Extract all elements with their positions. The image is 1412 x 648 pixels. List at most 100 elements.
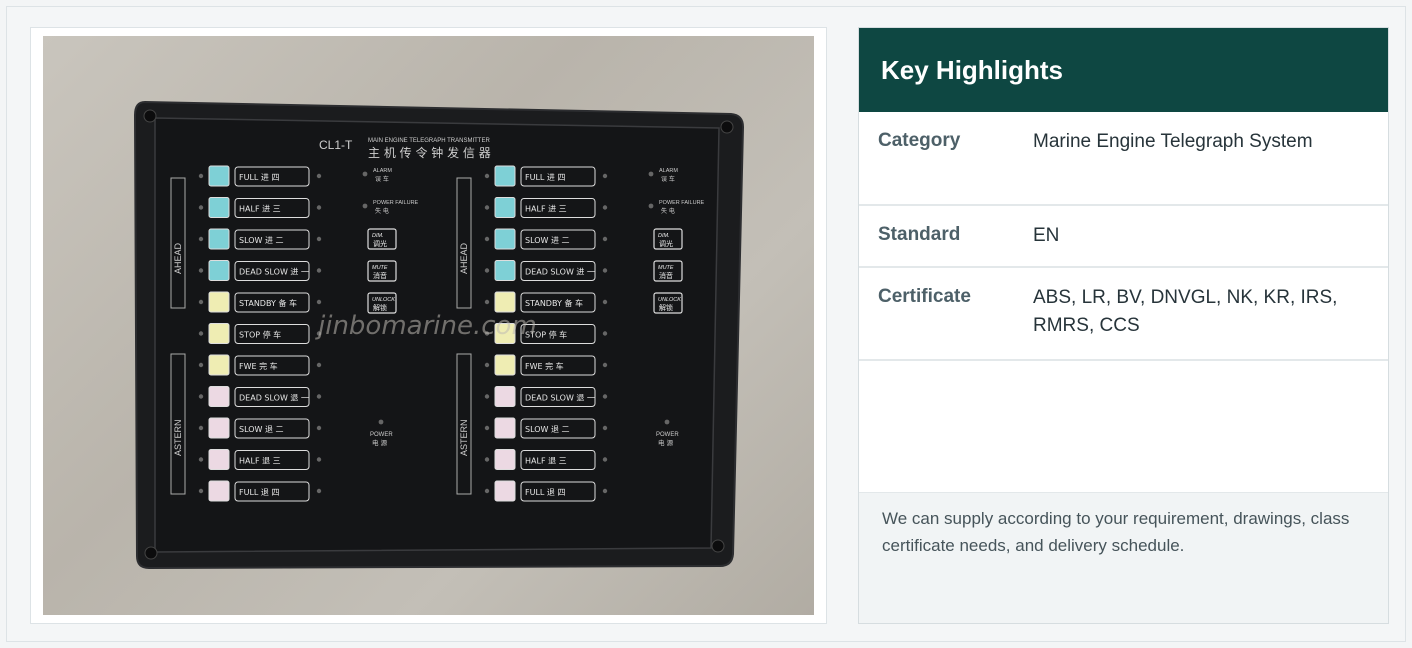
panel-title-cn: 主 机 传 令 钟 发 信 器 (368, 145, 491, 160)
key-highlights-card: Key Highlights Category Marine Engine Te… (858, 27, 1389, 624)
indicator-dot (198, 331, 204, 336)
control-label-en: MUTE (372, 265, 388, 271)
order-lamp (208, 291, 230, 313)
order-label: DEAD SLOW 退 一 (239, 394, 309, 403)
indicator-dot (198, 299, 204, 305)
order-label: FWE 完 车 (239, 361, 278, 371)
order-label: FWE 完 车 (525, 361, 564, 371)
order-label: SLOW 退 二 (239, 425, 284, 434)
order-label: FULL 进 四 (239, 173, 279, 182)
indicator-dot (198, 488, 204, 494)
order-lamp (494, 354, 516, 376)
indicator-dot (484, 425, 490, 431)
indicator-dot (316, 205, 322, 210)
order-label: FULL 退 四 (525, 488, 565, 497)
indicator-dot (602, 488, 608, 494)
order-label: SLOW 退 二 (525, 425, 570, 434)
order-lamp (208, 386, 230, 407)
indicator-label-cn: 失 电 (661, 207, 675, 215)
order-label: HALF 退 三 (239, 457, 281, 466)
control-label-en: UNLOCK (658, 297, 681, 303)
highlight-value: ABS, LR, BV, DNVGL, NK, KR, IRS, RMRS, C… (1033, 287, 1338, 336)
screw-icon (720, 120, 734, 134)
order-label: DEAD SLOW 退 一 (525, 394, 595, 403)
order-label: HALF 退 三 (525, 457, 567, 466)
ahead-label: AHEAD (173, 242, 183, 274)
product-photo[interactable]: CL1-T MAIN ENGINE TELEGRAPH TRANSMITTER … (43, 36, 814, 615)
order-lamp (494, 260, 516, 281)
supply-note: We can supply according to your requirem… (859, 492, 1388, 623)
highlight-value: EN (1033, 225, 1060, 246)
order-lamp (208, 228, 230, 250)
order-lamp (208, 417, 230, 439)
order-label: HALF 进 三 (525, 205, 567, 214)
indicator-dot (316, 173, 322, 179)
screw-icon (144, 546, 158, 560)
indicator-dot (602, 331, 608, 336)
indicator-dot (602, 362, 608, 368)
control-label-cn: 消音 (659, 271, 673, 280)
indicator-dot (316, 299, 322, 305)
order-lamp (208, 165, 230, 187)
indicator-dot (198, 236, 204, 242)
indicator-dot (602, 299, 608, 305)
control-label-en: DIM. (372, 233, 384, 239)
indicator-dot (484, 236, 490, 242)
indicator-dot (484, 205, 490, 210)
indicator-dot (316, 236, 322, 242)
indicator-label-en: ALARM (373, 168, 392, 174)
control-label-cn: 调光 (373, 239, 387, 248)
highlight-row-category: Category Marine Engine Telegraph System (859, 112, 1388, 206)
indicator-dot (316, 394, 322, 399)
highlight-value (1033, 361, 1388, 492)
control-label-en: UNLOCK (372, 297, 395, 303)
power-led (378, 419, 384, 425)
indicator-dot (316, 362, 322, 368)
order-lamp (208, 323, 230, 344)
indicator-dot (316, 425, 322, 431)
key-highlights-title: Key Highlights (859, 28, 1388, 112)
watermark-text: jinbomarine.com (315, 311, 537, 341)
control-label-en: DIM. (658, 233, 670, 239)
order-label: STOP 停 车 (239, 330, 281, 340)
indicator-dot (198, 362, 204, 368)
model-label: CL1-T (319, 138, 353, 152)
power-label-cn: 电 源 (372, 438, 388, 447)
indicator-dot (602, 425, 608, 431)
order-label: HALF 进 三 (239, 205, 281, 214)
order-lamp (494, 480, 516, 502)
screw-icon (711, 539, 725, 553)
order-label: DEAD SLOW 进 一 (239, 268, 309, 277)
indicator-dot (198, 457, 204, 462)
indicator-dot (484, 299, 490, 305)
indicator-dot (198, 394, 204, 399)
indicator-dot (316, 268, 322, 273)
telegraph-panel-drawing: CL1-T MAIN ENGINE TELEGRAPH TRANSMITTER … (133, 100, 745, 570)
indicator-dot (484, 457, 490, 462)
indicator-dot (602, 205, 608, 210)
control-label-en: MUTE (658, 265, 674, 271)
highlight-label: Category (878, 130, 961, 151)
indicator-dot (484, 362, 490, 368)
highlight-label: Standard (878, 224, 961, 245)
indicator-dot (602, 457, 608, 462)
indicator-dot (484, 488, 490, 494)
order-label: STANDBY 备 车 (239, 298, 297, 308)
indicator-dot (316, 488, 322, 494)
indicator-label-en: POWER FAILURE (659, 200, 705, 206)
indicator-dot (198, 173, 204, 179)
indicator-dot (316, 457, 322, 462)
indicator-dot (602, 236, 608, 242)
indicator-dot (484, 394, 490, 399)
panel-title-en: MAIN ENGINE TELEGRAPH TRANSMITTER (368, 138, 490, 144)
order-lamp (494, 228, 516, 250)
status-led (648, 203, 654, 209)
order-lamp (494, 197, 516, 218)
order-lamp (494, 449, 516, 470)
indicator-dot (484, 268, 490, 273)
order-lamp (208, 260, 230, 281)
highlight-label (859, 361, 1033, 492)
highlight-row-certificate: Certificate ABS, LR, BV, DNVGL, NK, KR, … (859, 268, 1388, 361)
order-lamp (208, 354, 230, 376)
power-label-cn: 电 源 (658, 438, 674, 447)
